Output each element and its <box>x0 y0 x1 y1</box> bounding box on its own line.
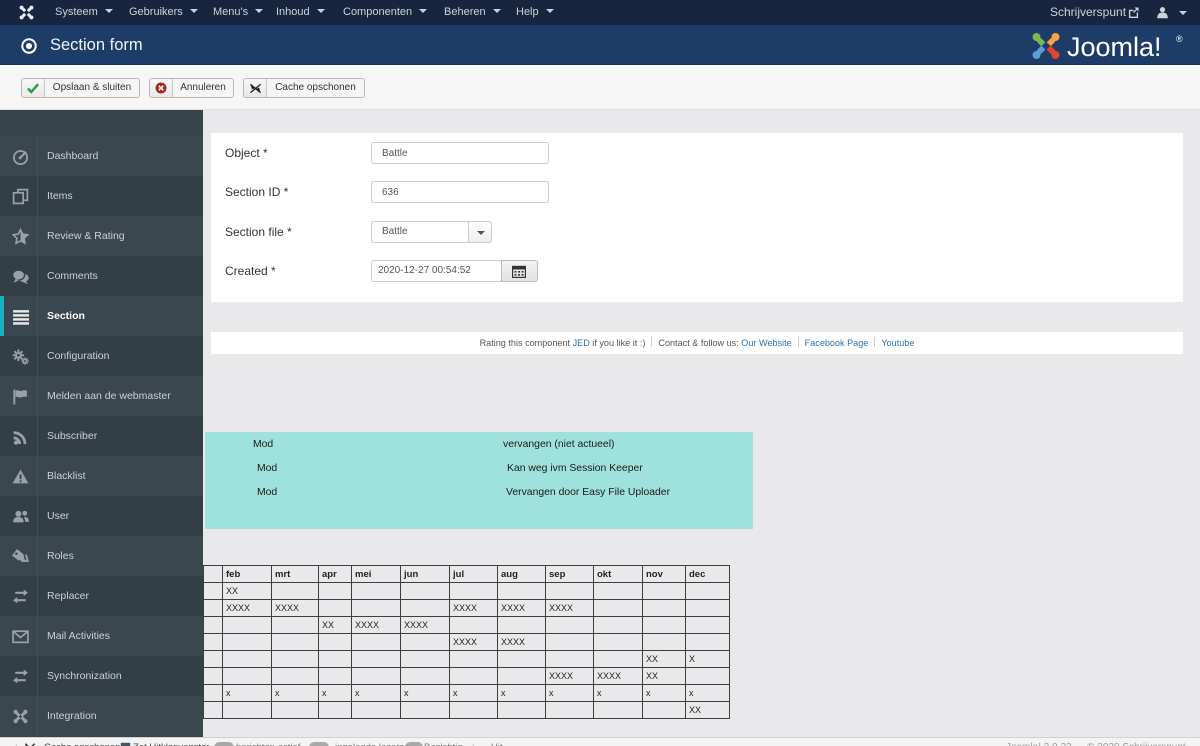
svg-text:Joomla!: Joomla! <box>1067 32 1162 61</box>
svg-text:®: ® <box>1176 34 1183 44</box>
